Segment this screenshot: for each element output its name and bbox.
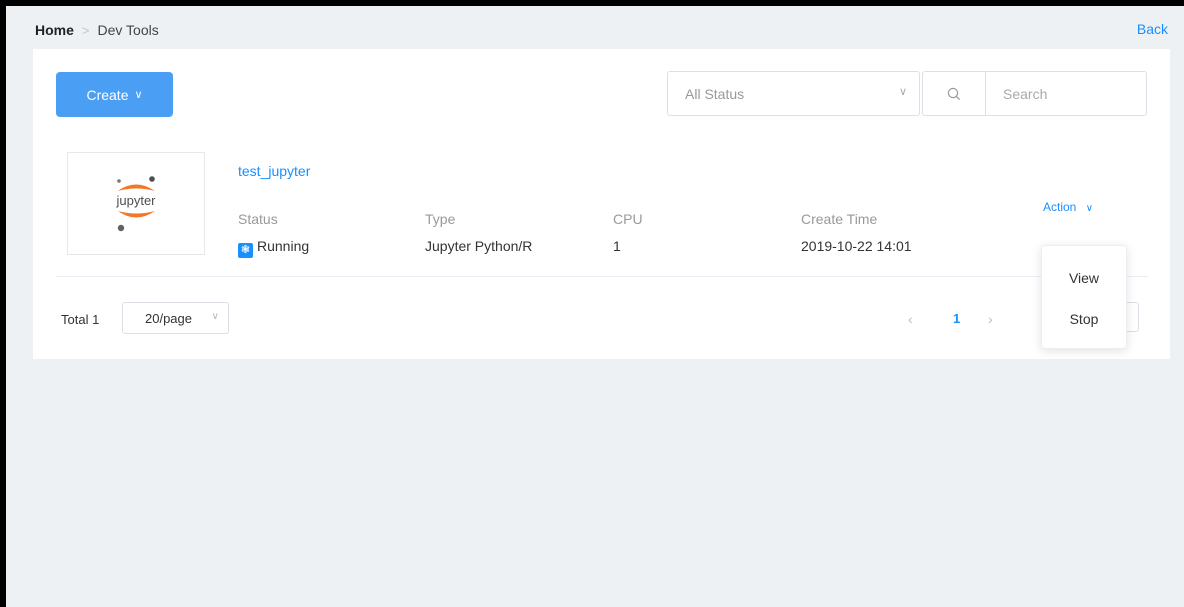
breadcrumb-separator-icon: >: [81, 22, 90, 38]
action-dropdown-menu: View Stop: [1041, 245, 1127, 349]
type-value: Jupyter Python/R: [425, 238, 533, 254]
chevron-down-icon: ∨: [211, 311, 219, 322]
back-link[interactable]: Back: [1137, 21, 1168, 37]
status-filter-select[interactable]: All Status ∨: [667, 71, 920, 116]
chevron-down-icon: ∨: [134, 89, 143, 101]
action-dropdown[interactable]: Action ∨: [1043, 200, 1093, 214]
create-time-value: 2019-10-22 14:01: [801, 238, 912, 254]
search-button[interactable]: [922, 71, 986, 116]
jupyter-logo: jupyter: [67, 152, 205, 255]
jupyter-logo-icon: jupyter: [115, 176, 156, 232]
breadcrumb-home[interactable]: Home: [35, 22, 74, 38]
app-frame: Home > Dev Tools Back Create ∨ All Statu…: [6, 6, 1184, 607]
menu-item-stop[interactable]: Stop: [1042, 311, 1126, 327]
chevron-right-icon: ›: [988, 311, 993, 327]
chevron-down-icon: ∨: [1085, 203, 1094, 214]
pagination-next-button[interactable]: ›: [988, 311, 993, 327]
status-value: ❃ Running: [238, 238, 309, 258]
page-size-select[interactable]: 20/page ∨: [122, 302, 229, 334]
pagination-current-page[interactable]: 1: [953, 311, 960, 326]
breadcrumb: Home > Dev Tools: [35, 22, 159, 38]
cpu-value: 1: [613, 238, 621, 254]
row-divider: [56, 276, 1148, 277]
instance-name-link[interactable]: test_jupyter: [238, 163, 310, 179]
jupyter-logo-wordmark: jupyter: [115, 193, 156, 208]
type-label: Type: [425, 211, 456, 227]
search-icon: [947, 87, 961, 100]
running-status-icon: ❃: [238, 243, 253, 258]
pagination-prev-button[interactable]: ‹: [908, 311, 913, 327]
chevron-down-icon: ∨: [898, 86, 907, 98]
action-label: Action: [1043, 200, 1077, 214]
create-time-label: Create Time: [801, 211, 878, 227]
cpu-label: CPU: [613, 211, 643, 227]
search-input[interactable]: [985, 71, 1147, 116]
breadcrumb-current: Dev Tools: [97, 22, 159, 38]
status-filter-value: All Status: [685, 85, 745, 102]
page-size-value: 20/page: [145, 310, 192, 326]
status-label: Status: [238, 211, 278, 227]
chevron-left-icon: ‹: [908, 311, 913, 327]
status-text: Running: [257, 238, 310, 254]
create-button[interactable]: Create ∨: [56, 72, 173, 117]
total-count: Total 1: [61, 312, 100, 327]
create-button-label: Create: [86, 86, 129, 103]
dev-tools-card: Create ∨ All Status ∨ jupyter test: [33, 49, 1170, 359]
menu-item-view[interactable]: View: [1042, 270, 1126, 286]
